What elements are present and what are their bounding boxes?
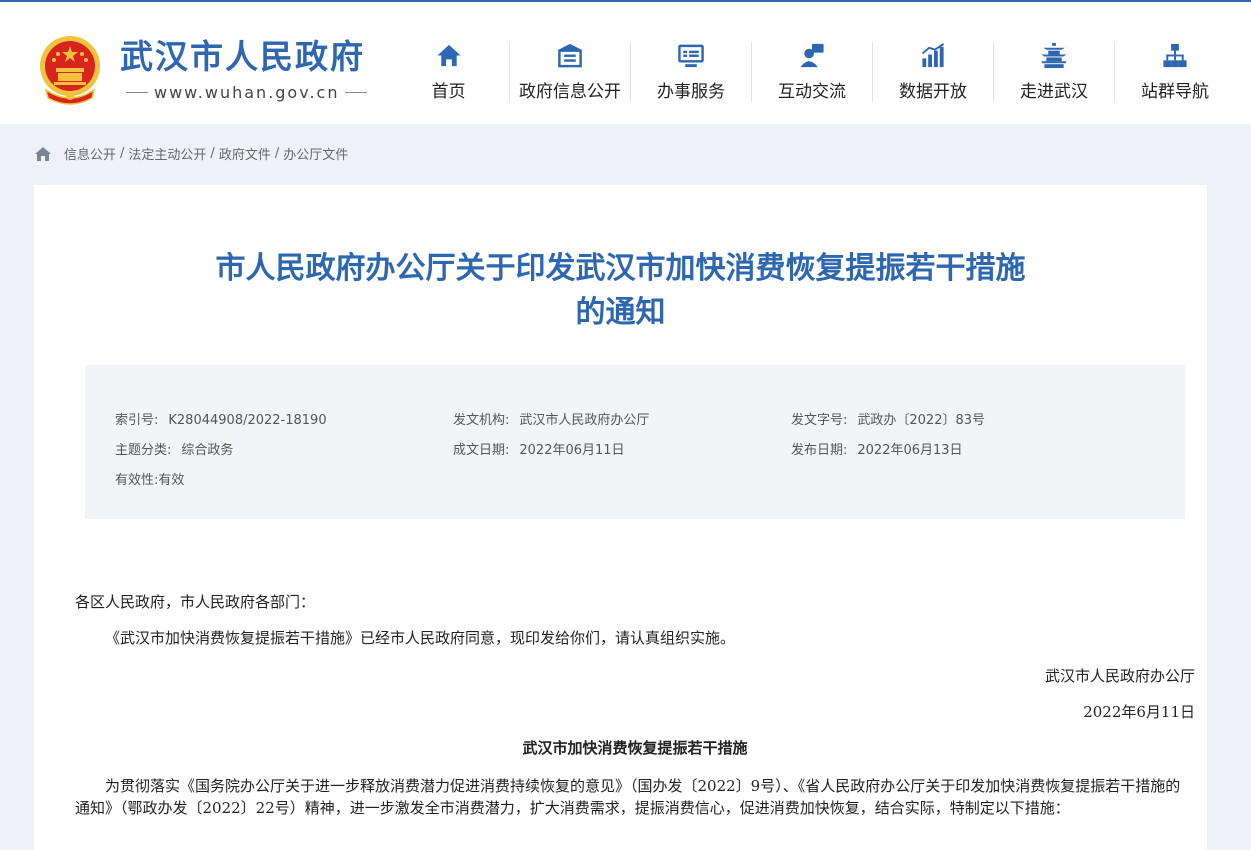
breadcrumb: 信息公开 / 法定主动公开 / 政府文件 / 办公厅文件	[34, 144, 348, 163]
salutation: 各区人民政府，市人民政府各部门：	[75, 593, 316, 611]
meta-published-date: 发布日期: 2022年06月13日	[791, 443, 963, 458]
content-panel: 市人民政府办公厅关于印发武汉市加快消费恢复提振若干措施 的通知 索引号: K280…	[34, 185, 1207, 850]
meta-validity: 有效性:有效	[115, 473, 185, 488]
tower-icon	[1041, 42, 1067, 69]
meta-issuer: 发文机构: 武汉市人民政府办公厅	[453, 413, 650, 428]
main-nav: 首页 政府信息公开 办事服务 互动交流 数据开放 走进武汉 站群导航	[388, 42, 1235, 102]
site-name: 武汉市人民政府	[120, 36, 365, 76]
document-metadata: 索引号: K28044908/2022-18190 发文机构: 武汉市人民政府办公厅…	[85, 365, 1185, 519]
measures-subtitle: 武汉市加快消费恢复提振若干措施	[522, 739, 748, 757]
nav-gov-info[interactable]: 政府信息公开	[509, 42, 630, 102]
paragraph-2: 为贯彻落实《国务院办公厅关于进一步释放消费潜力促进消费持续恢复的意见》（国办发〔…	[75, 777, 1181, 817]
nav-site-map[interactable]: 站群导航	[1114, 42, 1235, 102]
breadcrumb-office-docs[interactable]: 办公厅文件	[283, 144, 348, 163]
meta-created-date: 成文日期: 2022年06月11日	[453, 443, 625, 458]
paragraph-1: 《武汉市加快消费恢复提振若干措施》已经市人民政府同意，现印发给你们，请认真组织实…	[105, 629, 736, 647]
nav-about-wuhan[interactable]: 走进武汉	[993, 42, 1114, 102]
national-emblem-icon	[40, 36, 100, 105]
site-url: www.wuhan.gov.cn	[120, 83, 373, 102]
meta-doc-number: 发文字号: 武政办〔2022〕83号	[791, 413, 986, 428]
breadcrumb-statutory[interactable]: 法定主动公开	[128, 144, 206, 163]
monitor-icon	[678, 44, 704, 68]
meta-topic: 主题分类: 综合政务	[115, 443, 234, 458]
meta-index: 索引号: K28044908/2022-18190	[115, 413, 327, 428]
nav-interaction[interactable]: 互动交流	[751, 42, 872, 102]
signature-date: 2022年6月11日	[1083, 703, 1195, 721]
site-header: 武汉市人民政府 www.wuhan.gov.cn 首页 政府信息公开 办事服务 …	[0, 0, 1251, 124]
building-icon	[558, 43, 582, 68]
bar-chart-icon	[921, 43, 945, 68]
site-logo[interactable]: 武汉市人民政府 www.wuhan.gov.cn	[34, 32, 373, 106]
chat-user-icon	[800, 43, 824, 68]
nav-services[interactable]: 办事服务	[630, 42, 751, 102]
nav-open-data[interactable]: 数据开放	[872, 42, 993, 102]
breadcrumb-info-open[interactable]: 信息公开	[64, 144, 116, 163]
document-title: 市人民政府办公厅关于印发武汉市加快消费恢复提振若干措施 的通知	[215, 251, 1026, 330]
home-icon	[436, 44, 461, 67]
home-icon[interactable]	[34, 146, 52, 162]
signature: 武汉市人民政府办公厅	[1044, 667, 1195, 685]
sitemap-icon	[1163, 43, 1187, 68]
nav-home[interactable]: 首页	[388, 42, 509, 102]
breadcrumb-gov-docs[interactable]: 政府文件	[219, 144, 271, 163]
